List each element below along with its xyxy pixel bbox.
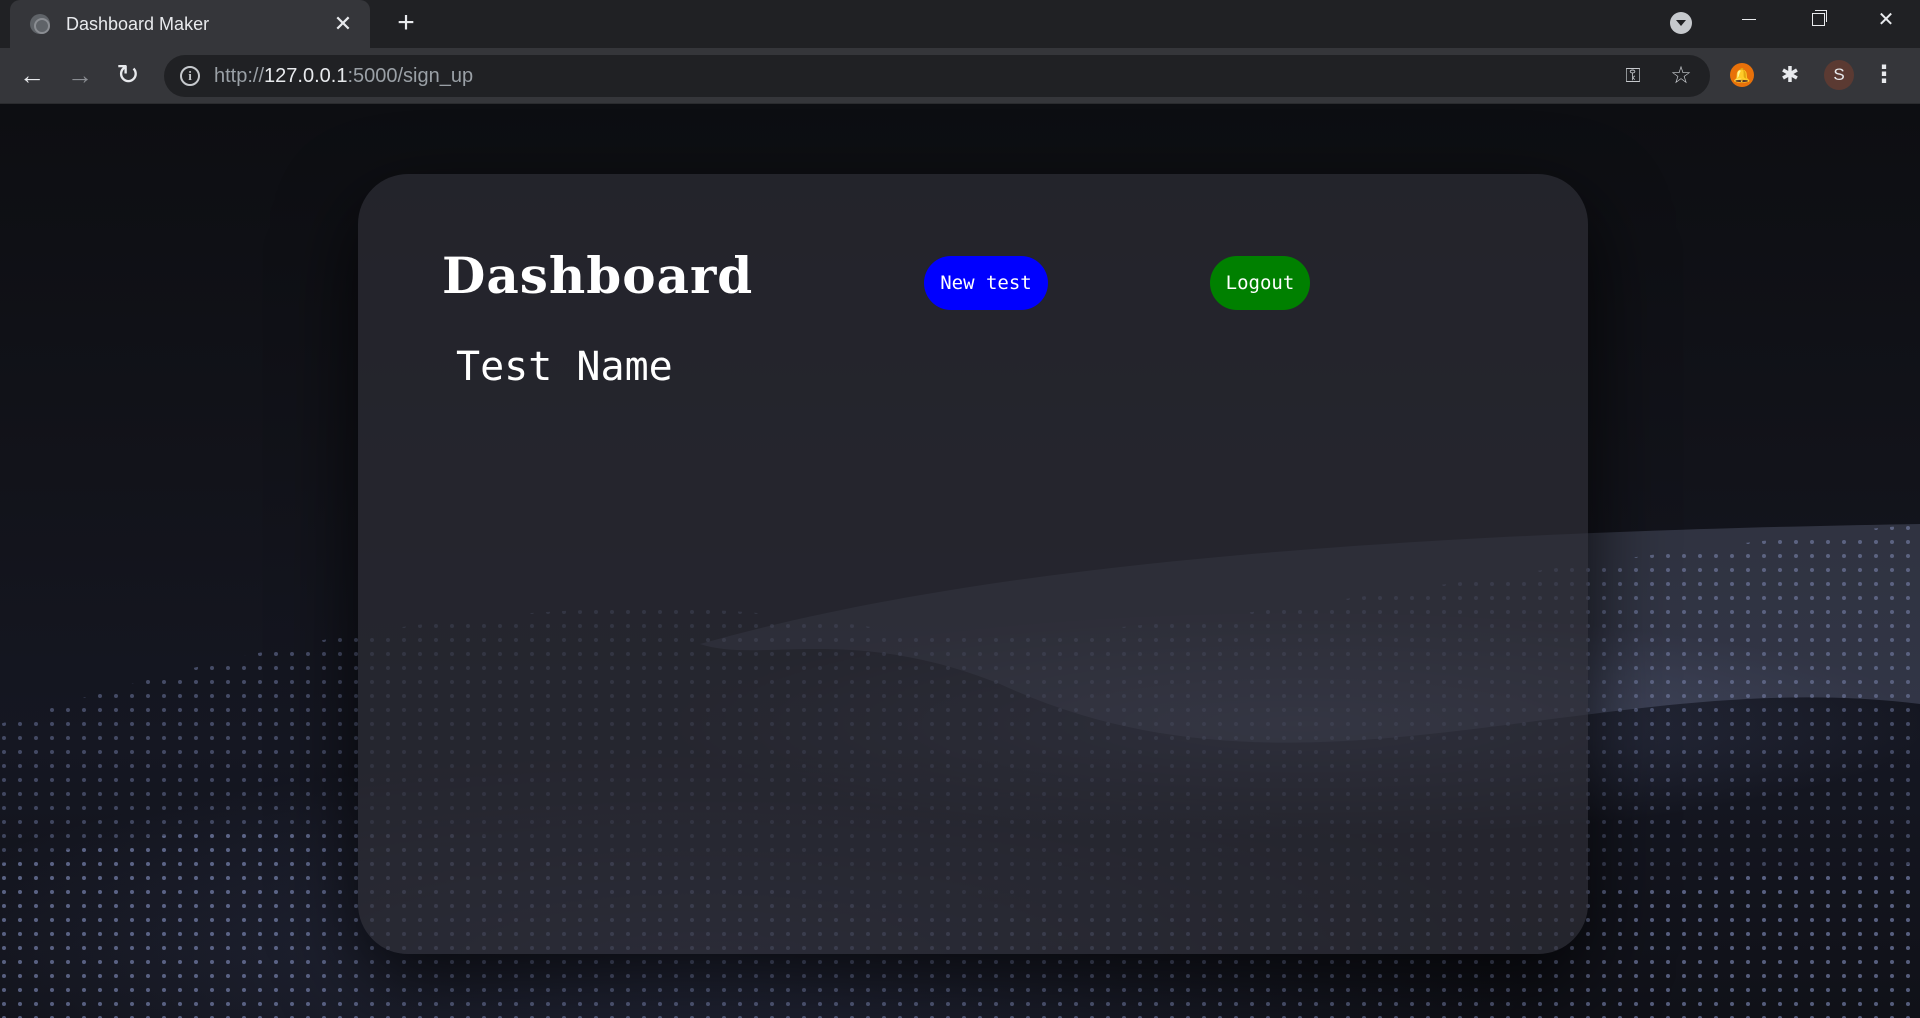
bell-extension-icon[interactable]: 🔔 [1730, 63, 1754, 87]
restore-button[interactable] [1782, 0, 1850, 40]
browser-tab[interactable]: Dashboard Maker ✕ [10, 0, 370, 48]
new-tab-button[interactable]: + [390, 8, 422, 40]
page-viewport: Dashboard New test Logout Test Name [0, 104, 1920, 1018]
key-icon[interactable]: ⚿ [1620, 64, 1646, 88]
browser-menu-icon[interactable]: ⋮ [1872, 60, 1896, 90]
minimize-button[interactable] [1714, 0, 1782, 40]
address-bar[interactable]: i http://127.0.0.1:5000/sign_up ⚿ ☆ [164, 55, 1710, 97]
forward-arrow-icon[interactable]: → [62, 58, 98, 94]
close-window-button[interactable]: ✕ [1852, 0, 1920, 40]
browser-tab-strip: Dashboard Maker ✕ + ✕ [0, 0, 1920, 48]
back-arrow-icon[interactable]: ← [14, 58, 50, 94]
logout-button[interactable]: Logout [1210, 256, 1310, 310]
tab-title: Dashboard Maker [66, 13, 210, 34]
test-name-item[interactable]: Test Name [456, 344, 673, 390]
dashboard-card: Dashboard New test Logout Test Name [358, 174, 1588, 954]
new-test-button[interactable]: New test [924, 256, 1048, 310]
url-text[interactable]: http://127.0.0.1:5000/sign_up [214, 55, 473, 97]
tab-search-icon[interactable] [1670, 12, 1692, 34]
profile-avatar[interactable]: S [1824, 60, 1854, 90]
page-title: Dashboard [442, 246, 754, 305]
tab-close-icon[interactable]: ✕ [330, 11, 356, 37]
extensions-puzzle-icon[interactable]: ✱ [1776, 61, 1804, 89]
globe-icon [30, 14, 50, 34]
info-icon[interactable]: i [180, 66, 200, 86]
browser-toolbar: ← → ↻ i http://127.0.0.1:5000/sign_up ⚿ … [0, 48, 1920, 104]
bookmark-star-icon[interactable]: ☆ [1668, 63, 1694, 89]
reload-icon[interactable]: ↻ [110, 58, 146, 94]
